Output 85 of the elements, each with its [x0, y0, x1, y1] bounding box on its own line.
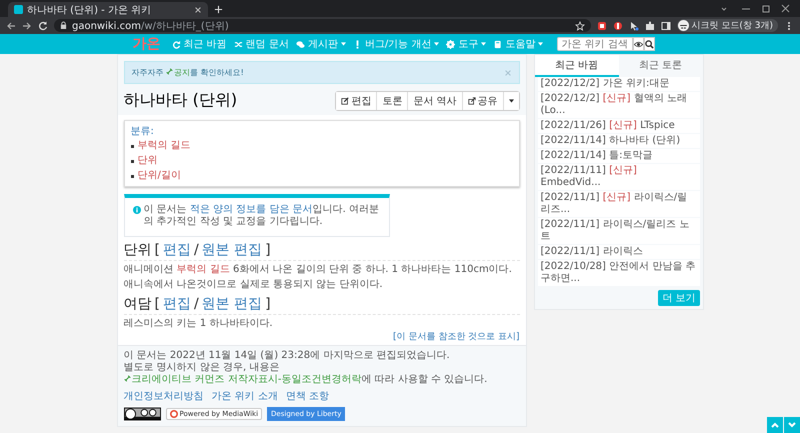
- new-tab-icon[interactable]: [214, 5, 223, 14]
- reference-link[interactable]: [이 문서를 참조한 것으로 표시]: [393, 330, 520, 343]
- edit-link[interactable]: 편집: [162, 295, 191, 313]
- category-link[interactable]: 단위: [138, 154, 158, 168]
- recent-change-item[interactable]: [2022/11/11] [신규] EmbedVid...: [538, 164, 700, 190]
- category-link[interactable]: 부럭의 길드: [138, 139, 191, 153]
- page-action-button[interactable]: 편집: [336, 92, 378, 110]
- info-icon: [132, 206, 140, 214]
- footer-text: 이 문서는 2022년 11월 14일 (월) 23:28에 마지막으로 편집되었습니다.: [124, 350, 451, 362]
- notice-text: 자주자주 공지를 확인하세요!: [132, 67, 245, 78]
- recent-change-item[interactable]: [2022/11/14] 하나바타 (단위): [538, 134, 700, 148]
- recent-change-item[interactable]: [2022/11/26] [신규] LTspice: [538, 119, 700, 133]
- refresh-icon: [172, 40, 180, 48]
- edit-icon: [341, 96, 350, 104]
- incognito-icon: [678, 20, 689, 31]
- stub-notice-text: 이 문서는 적은 양의 정보를 담은 문서입니다. 여러분의 추가적인 작성 및 교정을 기다립니다.: [144, 204, 380, 228]
- recent-change-item[interactable]: [2022/11/1] 라이릭스/릴리즈 노트: [538, 218, 700, 244]
- footer-link[interactable]: 면책 조항: [286, 389, 330, 403]
- recent-change-item[interactable]: [2022/12/2] 가온 위키:대문: [538, 77, 700, 91]
- separator-text: /: [194, 242, 199, 258]
- notice-link[interactable]: 공지: [166, 68, 190, 77]
- recent-change-item[interactable]: [2022/11/1] 라이릭스: [538, 245, 700, 259]
- bracket-text: [: [154, 242, 160, 258]
- separator-text: /: [194, 296, 199, 312]
- browser-tab[interactable]: 하나바타 (단위) - 가온 위키: [8, 2, 208, 17]
- link[interactable]: 부럭의 길드: [176, 264, 230, 275]
- paragraph: 애니속에서 나온것이므로 실제로 통용되지 않는 단위이다.: [124, 279, 384, 291]
- search-icon: [645, 40, 654, 48]
- cursor-icon[interactable]: [628, 20, 639, 30]
- search-button[interactable]: [644, 37, 656, 51]
- reload-icon[interactable]: [38, 20, 48, 30]
- puzzle-icon[interactable]: [644, 20, 655, 30]
- category-link[interactable]: 단위/길이: [138, 169, 181, 183]
- bracket-text: ]: [265, 242, 271, 258]
- link-icon: [124, 375, 130, 382]
- cc-license-badge[interactable]: [124, 407, 160, 421]
- footer-link[interactable]: 개인정보처리방침: [124, 389, 204, 403]
- source-edit-link[interactable]: 원본 편집: [202, 295, 262, 313]
- license-link[interactable]: 크리에이티브 커먼즈 저작자표시-동일조건변경허락: [124, 374, 362, 385]
- caret-icon: [508, 98, 514, 102]
- paragraph: 애니메이션 부럭의 길드 6화에서 나온 길이의 단위 중 하나. 1 하나바타는 110cm이다.: [124, 264, 513, 276]
- eye-icon: [634, 40, 644, 48]
- share-icon: [468, 96, 476, 104]
- link[interactable]: 적은 양의 정보를 담은 문서: [190, 204, 313, 215]
- chevron-down-icon: [787, 420, 797, 430]
- sidebar-icon[interactable]: [660, 20, 671, 30]
- recent-change-item[interactable]: [2022/11/1] [신규] 라이릭스/릴리즈...: [538, 191, 700, 217]
- eye-button[interactable]: [633, 37, 644, 51]
- back-icon[interactable]: [6, 20, 16, 30]
- star-icon[interactable]: [574, 20, 585, 30]
- forward-icon[interactable]: [22, 20, 32, 30]
- edit-link[interactable]: 편집: [162, 241, 191, 259]
- profile-button[interactable]: 시크릿 모드(창 3개): [676, 19, 778, 32]
- gear-icon: [446, 40, 456, 48]
- paragraph: 레스미스의 키는 1 하나바타이다.: [124, 318, 274, 330]
- source-edit-link[interactable]: 원본 편집: [202, 241, 262, 259]
- bullet-icon: [130, 144, 134, 148]
- extension-icon[interactable]: [612, 20, 623, 30]
- close-icon[interactable]: [194, 6, 202, 14]
- search-field[interactable]: 가온 위키 검색: [557, 37, 634, 51]
- recent-change-item[interactable]: [2022/12/2] [신규] 혈액의 노래(Lo...: [538, 92, 700, 118]
- sidebar-tab[interactable]: 최근 바뀜: [534, 55, 618, 77]
- extension-icon[interactable]: [596, 20, 607, 30]
- bullet-icon: [130, 174, 134, 178]
- lock-icon: [60, 21, 67, 30]
- footer-text: 별도로 명시하지 않은 경우, 내용은 크리에이티브 커먼즈 저작자표시-동일조건변경허락에 따라 사용할 수 있습니다.: [124, 362, 488, 386]
- recent-change-item[interactable]: [2022/10/28] 안전에서 만남을 추구하면...: [538, 260, 700, 286]
- section-heading: 여담: [124, 295, 152, 313]
- bracket-text: ]: [265, 296, 271, 312]
- bracket-text: [: [154, 296, 160, 312]
- chevron-up-icon: [770, 420, 780, 430]
- link-icon: [166, 68, 174, 75]
- section-heading: 단위: [124, 241, 152, 259]
- favicon-icon: [14, 5, 23, 14]
- category-label[interactable]: 분류:: [130, 124, 512, 138]
- window-controls-icon[interactable]: [720, 4, 790, 14]
- address-field[interactable]: gaonwiki.com/w/하나바타_(단위): [54, 19, 591, 32]
- comments-icon: [296, 40, 305, 48]
- book-icon: [493, 40, 502, 48]
- footer-link[interactable]: 가온 위키 소개: [212, 389, 278, 403]
- recent-change-item[interactable]: [2022/11/14] 틀:토막글: [538, 149, 700, 163]
- page-title: 하나바타 (단위): [124, 90, 238, 111]
- bullet-icon: [130, 160, 134, 162]
- shuffle-icon: [234, 40, 243, 48]
- url-text: gaonwiki.com/w/하나바타_(단위): [72, 20, 229, 32]
